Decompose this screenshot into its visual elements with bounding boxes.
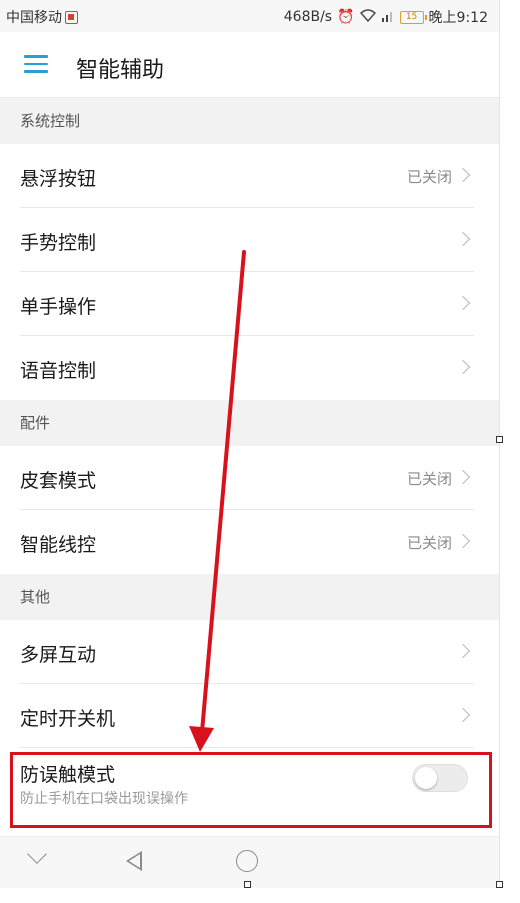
settings-row-cover-mode[interactable]: 皮套模式 已关闭 [0, 446, 499, 510]
carrier-label: 中国移动 [6, 10, 62, 26]
status-left: 中国移动 [6, 7, 78, 27]
settings-row-smart-wire[interactable]: 智能线控 已关闭 [0, 510, 499, 574]
status-right: 468B/s ⏰ 15 晚上9:12 [284, 7, 488, 27]
phone-screen: 中国移动 468B/s ⏰ 15 晚上9:12 智能辅助 系统控制 悬浮按钮 已… [0, 0, 500, 888]
battery-icon: 15 [399, 10, 427, 24]
chevron-right-icon [455, 231, 471, 247]
resize-handle[interactable] [496, 436, 503, 443]
settings-row-scheduled-power[interactable]: 定时开关机 [0, 684, 499, 748]
menu-icon[interactable] [24, 55, 48, 75]
settings-row-one-hand[interactable]: 单手操作 [0, 272, 499, 336]
resize-handle[interactable] [244, 881, 251, 888]
row-label: 悬浮按钮 [20, 168, 97, 190]
row-value: 已关闭 [406, 534, 452, 552]
chevron-right-icon [455, 359, 471, 375]
row-label: 智能线控 [20, 534, 97, 556]
back-icon[interactable] [126, 851, 142, 871]
row-description: 防止手机在口袋出现误操作 [20, 791, 188, 807]
chevron-right-icon [455, 295, 471, 311]
clock: 晚上9:12 [428, 10, 488, 26]
anti-touch-toggle[interactable] [412, 764, 468, 792]
sim-icon [65, 10, 78, 24]
page-title: 智能辅助 [76, 58, 165, 83]
resize-handle[interactable] [496, 881, 503, 888]
toggle-knob [415, 767, 437, 789]
section-header-other: 其他 [0, 574, 499, 620]
row-label: 皮套模式 [20, 470, 97, 492]
row-label: 防误触模式 [20, 764, 116, 786]
row-value: 已关闭 [406, 470, 452, 488]
section-header-system: 系统控制 [0, 98, 499, 144]
settings-row-multi-screen[interactable]: 多屏互动 [0, 620, 499, 684]
settings-row-floating-button[interactable]: 悬浮按钮 已关闭 [0, 144, 499, 208]
chevron-right-icon [455, 643, 471, 659]
chevron-right-icon [455, 469, 471, 485]
row-label: 语音控制 [20, 360, 97, 382]
row-value: 已关闭 [406, 168, 452, 186]
chevron-right-icon [455, 533, 471, 549]
alarm-icon: ⏰ [337, 9, 355, 25]
net-speed: 468B/s [283, 9, 333, 25]
chevron-right-icon [455, 707, 471, 723]
wifi-icon [359, 8, 376, 26]
settings-row-anti-touch[interactable]: 防误触模式 防止手机在口袋出现误操作 [0, 748, 499, 826]
chevron-down-icon[interactable] [27, 844, 47, 864]
app-header: 智能辅助 [0, 32, 499, 98]
home-icon[interactable] [236, 850, 258, 872]
section-header-accessories: 配件 [0, 400, 499, 446]
chevron-right-icon [455, 167, 471, 183]
settings-row-voice[interactable]: 语音控制 [0, 336, 499, 400]
row-label: 定时开关机 [20, 708, 116, 730]
row-label: 单手操作 [20, 296, 97, 318]
signal-icon [381, 9, 395, 26]
status-bar: 中国移动 468B/s ⏰ 15 晚上9:12 [0, 0, 499, 32]
row-label: 手势控制 [20, 232, 97, 254]
row-label: 多屏互动 [20, 644, 97, 666]
settings-row-gesture[interactable]: 手势控制 [0, 208, 499, 272]
